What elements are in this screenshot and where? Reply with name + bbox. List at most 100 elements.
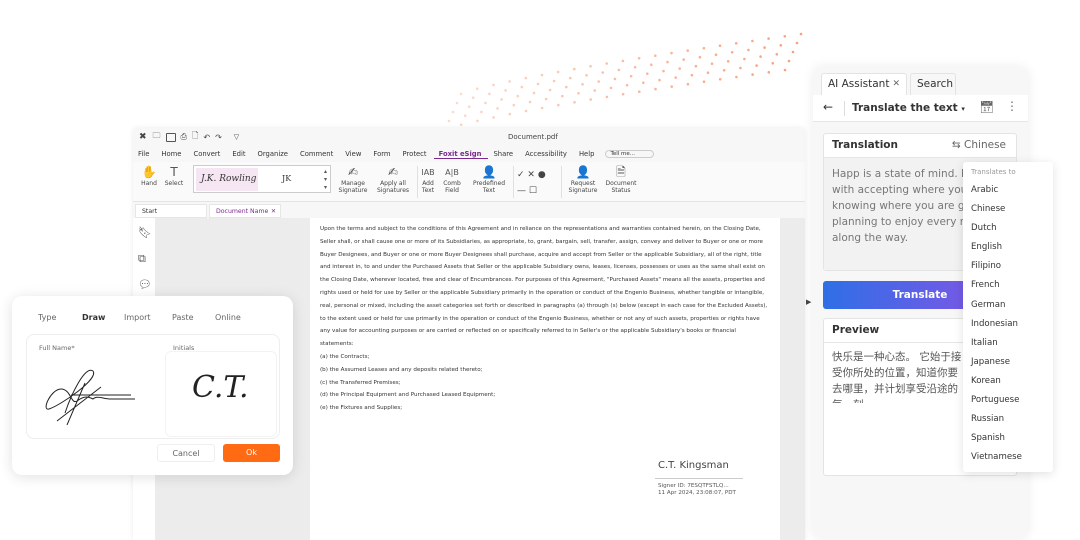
menu-protect[interactable]: Protect — [398, 150, 434, 158]
apply-all-label: Apply all Signatures — [376, 180, 410, 194]
manage-label: Manage Signature — [338, 180, 368, 194]
hand-tool[interactable]: ✋ Hand — [139, 165, 159, 187]
hand-label: Hand — [141, 180, 157, 187]
tab-start[interactable]: Start — [135, 204, 207, 218]
tab-paste[interactable]: Paste — [172, 313, 194, 322]
document-tabs: Start Document Name ✕ — [133, 203, 805, 218]
draw-area: Full Name* Initials C.T. — [26, 334, 280, 439]
dot-icon[interactable]: ● — [538, 170, 546, 180]
tab-type[interactable]: Type — [38, 313, 56, 322]
print-icon[interactable]: ⎙ — [181, 132, 187, 142]
mode-selector[interactable]: Translate the text ▾ — [852, 102, 965, 114]
language-option[interactable]: Russian — [971, 410, 1053, 429]
undo-icon[interactable]: ↶ — [203, 133, 210, 142]
add-text-button[interactable]: IAB Add Text — [419, 165, 437, 194]
tab-import[interactable]: Import — [124, 313, 151, 322]
close-tab-icon[interactable]: ✕ — [271, 205, 276, 218]
full-name-label: Full Name* — [39, 344, 75, 352]
gallery-scroll-icon[interactable]: ▴ ▾ ▾ — [324, 168, 327, 192]
predefined-text-button[interactable]: 👤 Predefined Text — [469, 165, 509, 194]
tab-document[interactable]: Document Name ✕ — [209, 204, 281, 218]
tab-ai-assistant[interactable]: AI Assistant ✕ — [821, 73, 907, 95]
select-tool[interactable]: T Select — [163, 165, 185, 187]
redo-icon[interactable]: ↷ — [215, 133, 222, 142]
apply-all-signatures-button[interactable]: ✍ Apply all Signatures — [373, 165, 413, 194]
menu-home[interactable]: Home — [156, 150, 188, 158]
menu-help[interactable]: Help — [574, 150, 602, 158]
ribbon: ✋ Hand T Select J.K. Rowling JK ▴ ▾ ▾ ✍ Manag… — [133, 162, 805, 202]
mark-tools: ✓ ✕ ● — ☐ — [517, 167, 557, 199]
open-icon[interactable]: 🗀 — [153, 130, 161, 144]
ok-button[interactable]: Ok — [223, 444, 280, 462]
signature-initials[interactable]: JK — [282, 174, 291, 183]
menu-comment[interactable]: Comment — [295, 150, 340, 158]
menu-view[interactable]: View — [340, 150, 368, 158]
menu-foxit-esign[interactable]: Foxit eSign — [433, 150, 489, 159]
cross-icon[interactable]: ✕ — [527, 170, 535, 180]
tab-search[interactable]: Search — [910, 73, 956, 95]
request-label: Request Signature — [568, 180, 598, 194]
document-paragraph: Upon the terms and subject to the condit… — [320, 226, 768, 348]
signature-gallery[interactable]: J.K. Rowling JK ▴ ▾ ▾ — [193, 165, 331, 193]
close-tab-icon[interactable]: ✕ — [892, 74, 900, 95]
line-icon[interactable]: — — [517, 186, 526, 196]
drawn-full-signature[interactable] — [41, 365, 141, 425]
back-arrow-icon[interactable]: ← — [823, 100, 833, 114]
language-option[interactable]: Indonesian — [971, 315, 1053, 334]
tell-me-search[interactable]: Tell me... — [605, 150, 655, 158]
tab-online[interactable]: Online — [215, 313, 241, 322]
language-option[interactable]: Chinese — [971, 200, 1053, 219]
menu-organize[interactable]: Organize — [253, 150, 295, 158]
signed-at: 11 Apr 2024, 23:08:07, PDT — [658, 489, 736, 496]
language-option[interactable]: Spanish — [971, 429, 1053, 448]
more-icon[interactable]: ⋮ — [1006, 99, 1018, 113]
target-language-selector[interactable]: ⇆ Chinese — [952, 134, 1006, 157]
customize-icon[interactable]: ▽ — [234, 133, 239, 141]
comments-icon[interactable]: 💬︎ — [138, 278, 152, 291]
menu-file[interactable]: File — [133, 150, 156, 158]
menu-edit[interactable]: Edit — [227, 150, 252, 158]
signature-full[interactable]: J.K. Rowling — [196, 168, 258, 191]
language-option[interactable]: Portuguese — [971, 391, 1053, 410]
check-icon[interactable]: ✓ — [517, 170, 525, 180]
pages-icon[interactable]: ⧉ — [138, 252, 146, 266]
menu-form[interactable]: Form — [368, 150, 397, 158]
document-status-icon: 🗎 — [616, 165, 626, 179]
language-option[interactable]: Filipino — [971, 257, 1053, 276]
history-icon[interactable]: 📅︎ — [979, 100, 994, 114]
language-option[interactable]: Japanese — [971, 353, 1053, 372]
cancel-button[interactable]: Cancel — [157, 444, 215, 462]
tab-draw[interactable]: Draw — [82, 313, 105, 322]
bookmark-icon[interactable]: 🔖︎ — [138, 226, 152, 239]
language-option[interactable]: French — [971, 276, 1053, 295]
language-option[interactable]: English — [971, 238, 1053, 257]
menu-convert[interactable]: Convert — [188, 150, 227, 158]
comb-field-button[interactable]: A|B Comb Field — [441, 165, 463, 194]
manage-signature-button[interactable]: ✍ Manage Signature — [337, 165, 369, 194]
predefined-label: Predefined Text — [472, 180, 506, 194]
signer-id: Signer ID: 7ESQTFSTLQ... — [658, 483, 729, 489]
tab-ai-label: AI Assistant — [828, 78, 890, 90]
language-option[interactable]: German — [971, 296, 1053, 315]
menu-share[interactable]: Share — [488, 150, 520, 158]
expand-panel-icon[interactable]: ▶ — [806, 298, 811, 306]
foxit-logo-icon: ✖ — [139, 132, 147, 142]
ai-header: ← Translate the text ▾ 📅︎ ⋮ — [813, 95, 1028, 122]
new-icon[interactable]: 🗋 — [192, 130, 198, 144]
select-text-icon: T — [170, 165, 178, 179]
language-dropdown: Translates to Arabic Chinese Dutch English F… — [963, 162, 1053, 472]
save-icon[interactable] — [165, 132, 176, 142]
language-option[interactable]: Korean — [971, 372, 1053, 391]
rectangle-icon[interactable]: ☐ — [529, 186, 537, 196]
language-option[interactable]: Arabic — [971, 181, 1053, 200]
divider — [513, 166, 514, 198]
request-signature-button[interactable]: 👤 Request Signature — [565, 165, 601, 194]
status-label: Document Status — [605, 180, 637, 194]
language-option[interactable]: Italian — [971, 334, 1053, 353]
menu-accessibility[interactable]: Accessibility — [520, 150, 574, 158]
add-text-label: Add Text — [421, 180, 435, 194]
initials-draw-area[interactable]: C.T. — [165, 351, 277, 437]
document-status-button[interactable]: 🗎 Document Status — [603, 165, 639, 194]
language-option[interactable]: Dutch — [971, 219, 1053, 238]
language-option[interactable]: Vietnamese — [971, 448, 1053, 467]
